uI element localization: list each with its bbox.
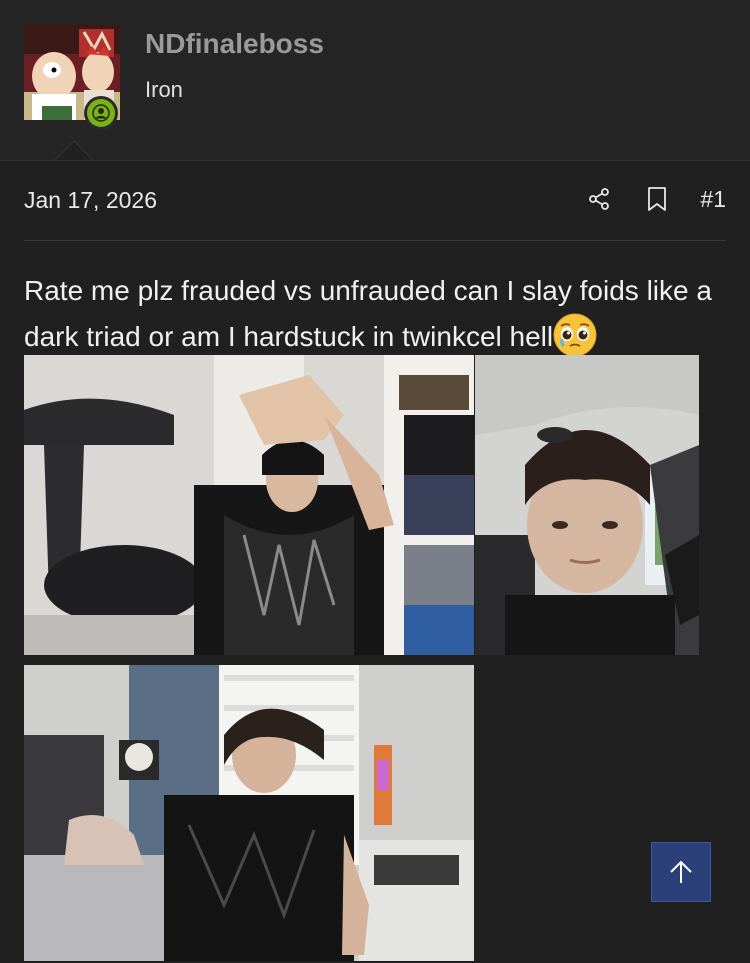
forum-post-page: NDfinaleboss Iron Jan 17, 2026 #1 Rate m… — [0, 0, 750, 963]
online-status-badge — [84, 96, 118, 130]
attachment-photo-3[interactable] — [24, 665, 474, 961]
photo-mirror-selfie-room — [24, 355, 474, 655]
bookmark-icon[interactable] — [642, 184, 672, 214]
attachment-photo-1[interactable] — [24, 355, 474, 655]
post-number-link[interactable]: #1 — [700, 186, 726, 213]
share-icon[interactable] — [584, 184, 614, 214]
username[interactable]: NDfinaleboss — [145, 28, 324, 60]
header-pointer-inner — [56, 142, 92, 160]
arrow-up-icon — [670, 860, 692, 883]
user-icon — [92, 104, 110, 122]
pleading-face-emoji — [553, 313, 597, 357]
post-date[interactable]: Jan 17, 2026 — [24, 187, 157, 214]
post-text: Rate me plz frauded vs unfrauded can I s… — [24, 275, 712, 352]
attachment-photo-2[interactable] — [475, 355, 699, 655]
back-to-top-button[interactable] — [651, 842, 711, 902]
photo-car-selfie — [475, 355, 699, 655]
photo-bedroom-window — [24, 665, 474, 961]
post-body: Rate me plz frauded vs unfrauded can I s… — [24, 268, 724, 360]
divider — [24, 240, 726, 241]
user-header: NDfinaleboss Iron — [0, 0, 750, 161]
user-rank: Iron — [145, 77, 183, 102]
post-actions: #1 — [584, 184, 726, 214]
